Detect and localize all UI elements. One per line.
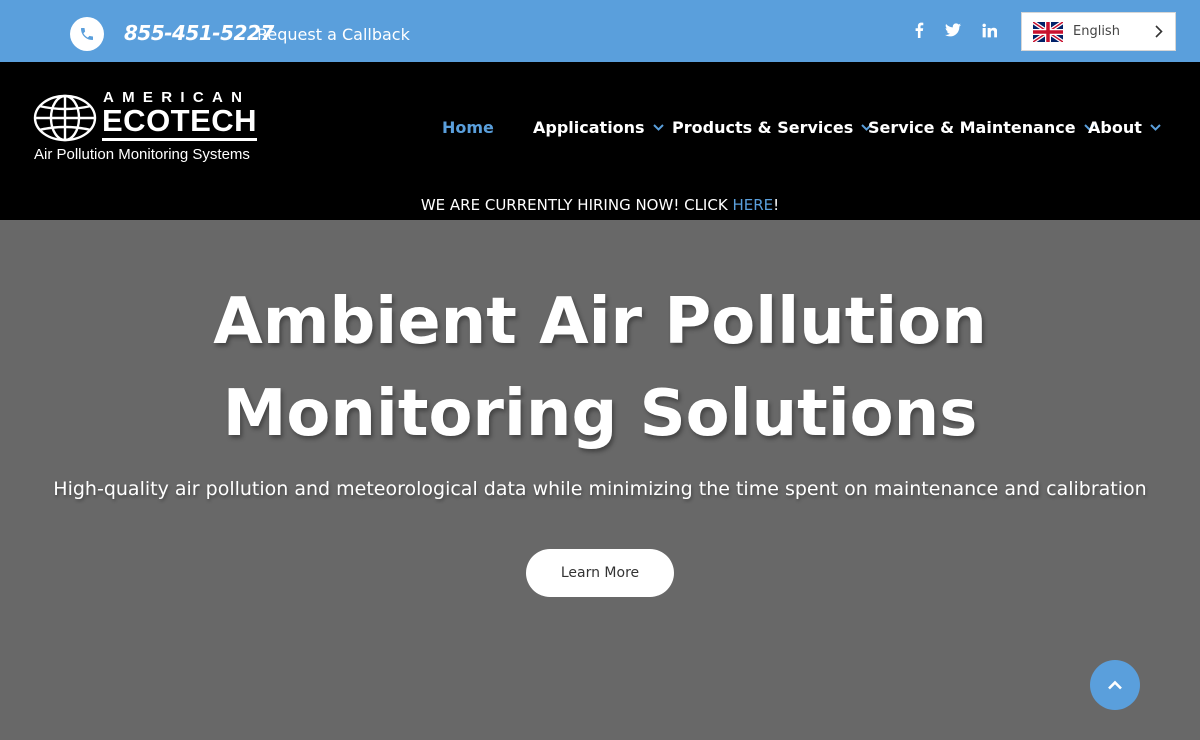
learn-more-button[interactable]: Learn More bbox=[526, 549, 674, 597]
logo-ecotech-text: ECOTECH bbox=[102, 104, 258, 141]
nav-service-maintenance-label: Service & Maintenance bbox=[868, 118, 1076, 137]
uk-flag-icon bbox=[1033, 21, 1063, 42]
logo-tagline: Air Pollution Monitoring Systems bbox=[34, 146, 250, 163]
hiring-banner: WE ARE CURRENTLY HIRING NOW! CLICK HERE! bbox=[0, 196, 1200, 214]
chevron-down-icon bbox=[1150, 124, 1161, 131]
hero-section: Ambient Air Pollution Monitoring Solutio… bbox=[0, 220, 1200, 740]
chevron-right-icon bbox=[1155, 25, 1163, 38]
phone-icon[interactable] bbox=[70, 17, 104, 51]
language-selector[interactable]: English bbox=[1021, 12, 1176, 51]
top-bar: 855-451-5227 Request a Callback English bbox=[0, 0, 1200, 62]
chevron-down-icon bbox=[652, 124, 664, 131]
hero-title-line-2: Monitoring Solutions bbox=[222, 377, 978, 451]
nav-products-services-label: Products & Services bbox=[672, 118, 854, 137]
nav-products-services[interactable]: Products & Services bbox=[672, 118, 872, 137]
language-label: English bbox=[1073, 24, 1120, 39]
nav-about[interactable]: About bbox=[1088, 118, 1161, 137]
hero-title-line-1: Ambient Air Pollution bbox=[213, 285, 987, 359]
nav-service-maintenance[interactable]: Service & Maintenance bbox=[868, 118, 1095, 137]
nav-home-label: Home bbox=[442, 118, 494, 137]
site-header: AMERICAN ECOTECH Air Pollution Monitorin… bbox=[0, 62, 1200, 220]
nav-home[interactable]: Home bbox=[442, 118, 494, 137]
hiring-text-end: ! bbox=[773, 196, 780, 214]
twitter-icon[interactable] bbox=[942, 19, 964, 41]
linkedin-icon[interactable] bbox=[978, 19, 1000, 41]
phone-number-link[interactable]: 855-451-5227 bbox=[124, 21, 274, 45]
scroll-to-top-button[interactable] bbox=[1090, 660, 1140, 710]
hero-title: Ambient Air Pollution Monitoring Solutio… bbox=[0, 276, 1200, 460]
request-callback-link[interactable]: Request a Callback bbox=[257, 25, 410, 44]
nav-applications[interactable]: Applications bbox=[533, 118, 664, 137]
nav-about-label: About bbox=[1088, 118, 1142, 137]
hiring-text: WE ARE CURRENTLY HIRING NOW! CLICK bbox=[420, 196, 733, 214]
hero-subtitle: High-quality air pollution and meteorolo… bbox=[53, 478, 1147, 500]
hiring-here-link[interactable]: HERE bbox=[732, 196, 773, 214]
globe-icon bbox=[33, 94, 97, 142]
chevron-up-icon bbox=[1108, 680, 1122, 690]
facebook-icon[interactable] bbox=[908, 19, 930, 41]
nav-applications-label: Applications bbox=[533, 118, 645, 137]
american-ecotech-logo[interactable]: AMERICAN ECOTECH Air Pollution Monitorin… bbox=[30, 90, 266, 166]
